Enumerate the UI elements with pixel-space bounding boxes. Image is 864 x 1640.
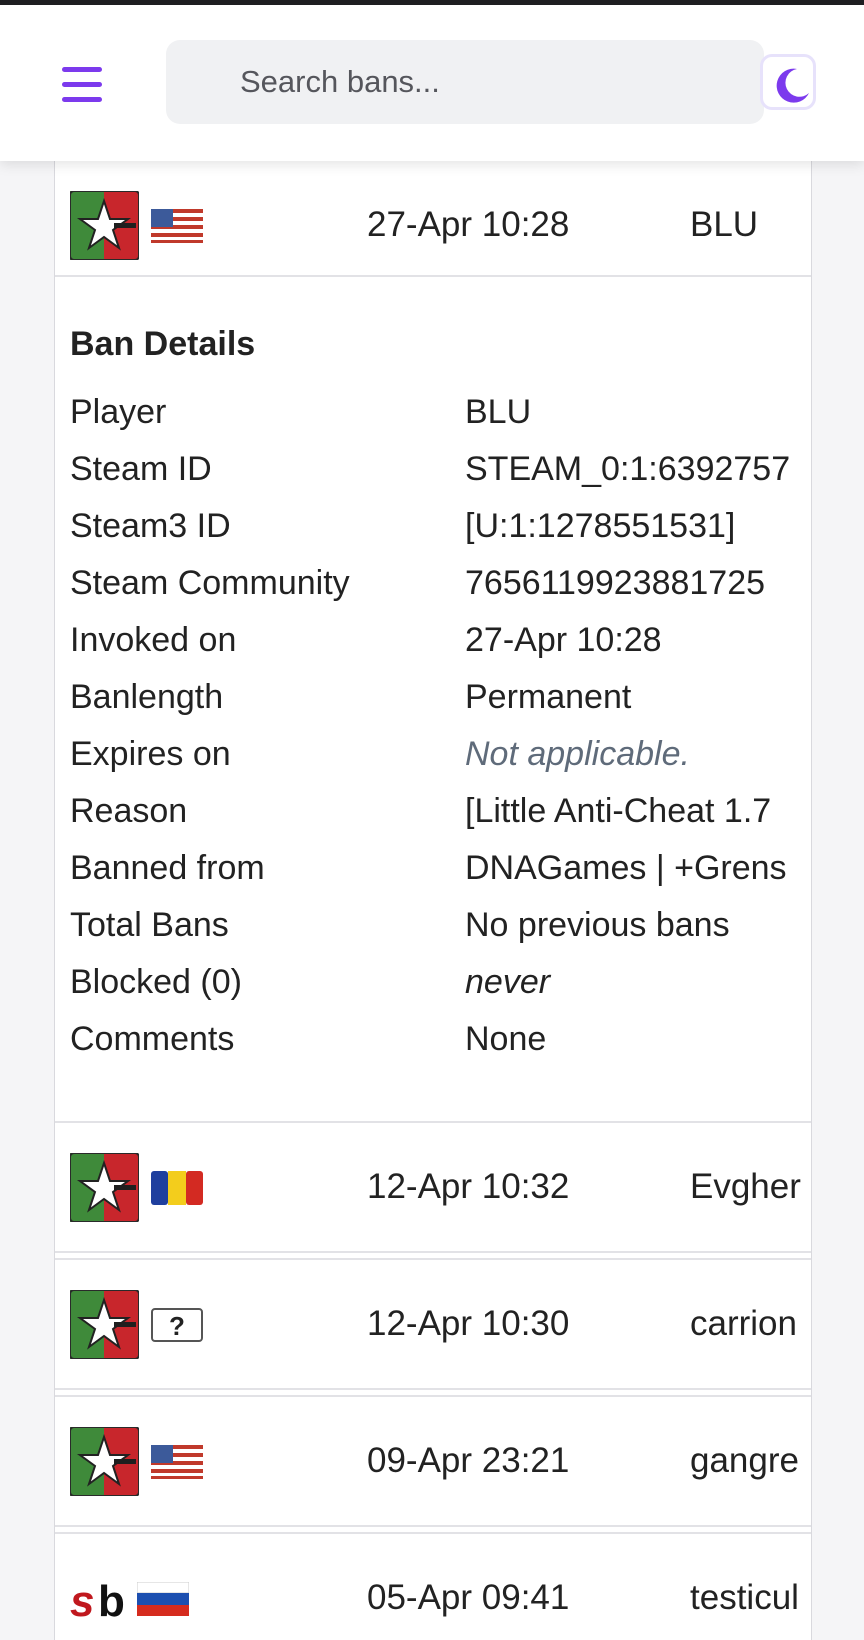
game-logo-star-icon: [70, 1153, 139, 1222]
ban-date: 12-Apr 10:30: [367, 1304, 570, 1343]
ban-player-name: gangre: [690, 1441, 799, 1480]
moon-icon: [776, 68, 809, 103]
ban-details-title: Ban Details: [70, 325, 256, 363]
app-header: [0, 5, 864, 161]
ban-player-name: BLU: [690, 205, 759, 244]
detail-label: Invoked on: [70, 621, 237, 659]
detail-value: None: [465, 1020, 547, 1058]
us-flag-icon: [151, 209, 203, 243]
detail-label: Steam Community: [70, 564, 350, 602]
detail-label: Player: [70, 393, 167, 431]
detail-value[interactable]: [U:1:1278551531]: [465, 507, 735, 546]
divider: [55, 1251, 811, 1253]
detail-row-expires-on: Expires on Not applicable.: [55, 735, 811, 795]
ban-row[interactable]: 09-Apr 23:21 gangre: [55, 1397, 811, 1525]
detail-label: Expires on: [70, 735, 231, 773]
detail-value: Permanent: [465, 678, 632, 716]
detail-value: 27-Apr 10:28: [465, 621, 662, 659]
game-logo-star-icon: [70, 191, 139, 260]
ban-date: 05-Apr 09:41: [367, 1578, 570, 1617]
detail-row-steam-id: Steam ID STEAM_0:1:6392757: [55, 450, 811, 510]
detail-row-reason: Reason [Little Anti-Cheat 1.7: [55, 792, 811, 852]
detail-value[interactable]: STEAM_0:1:6392757: [465, 450, 790, 489]
ban-row[interactable]: 12-Apr 10:30 carrion: [55, 1260, 811, 1388]
detail-row-banned-from: Banned from DNAGames | +Grens: [55, 849, 811, 909]
detail-row-banlength: Banlength Permanent: [55, 678, 811, 738]
game-logo-star-icon: [70, 1290, 139, 1359]
bans-list: 27-Apr 10:28 BLU Ban Details Player BLU …: [54, 161, 812, 1640]
sourcebans-logo-icon: [70, 1577, 125, 1626]
detail-label: Reason: [70, 792, 188, 830]
detail-label: Banned from: [70, 849, 265, 887]
ban-date: 09-Apr 23:21: [367, 1441, 570, 1480]
detail-value: DNAGames | +Grens: [465, 849, 787, 887]
ban-row[interactable]: 05-Apr 09:41 testicul: [55, 1534, 811, 1640]
detail-label: Steam3 ID: [70, 507, 231, 545]
detail-label: Blocked (0): [70, 963, 242, 1001]
detail-label: Banlength: [70, 678, 224, 716]
steam-community-link[interactable]: 7656119923881725: [465, 564, 765, 603]
ban-row[interactable]: 12-Apr 10:32 Evgher: [55, 1123, 811, 1251]
ban-date: 12-Apr 10:32: [367, 1167, 570, 1206]
detail-row-comments: Comments None: [55, 1020, 811, 1080]
divider: [55, 1525, 811, 1527]
detail-label: Comments: [70, 1020, 235, 1058]
detail-label: Steam ID: [70, 450, 212, 488]
detail-row-steam-community: Steam Community 7656119923881725: [55, 564, 811, 624]
divider: [55, 275, 811, 277]
search-input[interactable]: [166, 40, 764, 124]
detail-value: [Little Anti-Cheat 1.7: [465, 792, 772, 830]
ru-flag-icon: [137, 1582, 189, 1616]
theme-toggle-button[interactable]: [760, 54, 816, 110]
ro-flag-icon: [151, 1171, 203, 1205]
ban-date: 27-Apr 10:28: [367, 205, 570, 244]
hamburger-menu-icon[interactable]: [62, 67, 102, 103]
search-bar[interactable]: [166, 40, 764, 124]
divider: [55, 1388, 811, 1390]
detail-row-total-bans: Total Bans No previous bans: [55, 906, 811, 966]
detail-value: BLU: [465, 393, 532, 431]
detail-value: never: [465, 963, 551, 1001]
detail-row-player: Player BLU: [55, 393, 811, 453]
ban-player-name: Evgher: [690, 1167, 801, 1206]
detail-value: No previous bans: [465, 906, 730, 944]
us-flag-icon: [151, 1445, 203, 1479]
unknown-flag-icon: [151, 1308, 203, 1342]
detail-row-invoked-on: Invoked on 27-Apr 10:28: [55, 621, 811, 681]
detail-row-blocked: Blocked (0) never: [55, 963, 811, 1023]
ban-row-expanded[interactable]: 27-Apr 10:28 BLU: [55, 161, 811, 289]
ban-player-name: testicul: [690, 1578, 799, 1617]
game-logo-star-icon: [70, 1427, 139, 1496]
ban-player-name: carrion: [690, 1304, 797, 1343]
detail-value: Not applicable.: [465, 735, 690, 773]
detail-row-steam3-id: Steam3 ID [U:1:1278551531]: [55, 507, 811, 567]
detail-label: Total Bans: [70, 906, 229, 944]
